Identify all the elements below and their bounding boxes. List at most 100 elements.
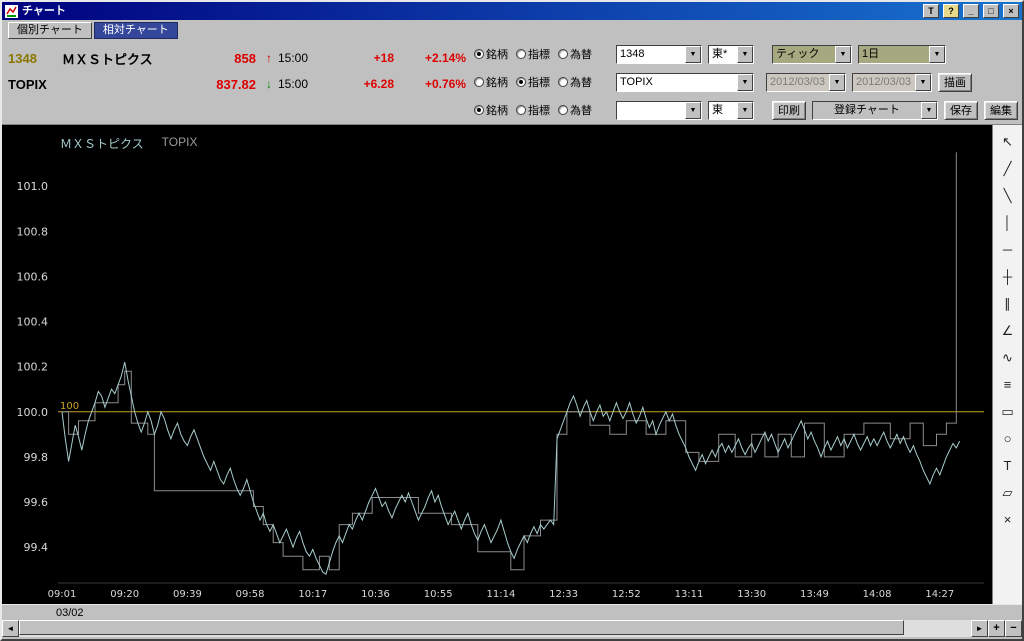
radio-indicator[interactable]: 指標 [516, 46, 550, 62]
zoom-in-button[interactable]: + [988, 620, 1005, 637]
chevron-down-icon[interactable]: ▼ [829, 73, 845, 91]
scrollbar-track[interactable] [19, 620, 971, 637]
exchange-value-3[interactable]: 東 [709, 101, 737, 119]
svg-text:13:11: 13:11 [675, 589, 704, 600]
registered-chart-button[interactable]: 登録チャート ▼ [812, 100, 938, 120]
date-bar: 03/02 [2, 604, 1022, 620]
date-from-value[interactable]: 2012/03/03 [767, 73, 829, 91]
maximize-button[interactable]: □ [983, 4, 999, 18]
source-type-radios-2: 銘柄 指標 為替 [474, 74, 616, 90]
radio-circle[interactable] [558, 105, 568, 115]
topmost-button[interactable]: T [923, 4, 939, 18]
close-button[interactable]: × [1003, 4, 1019, 18]
svg-text:12:33: 12:33 [549, 589, 578, 600]
date-to-value[interactable]: 2012/03/03 [853, 73, 915, 91]
svg-text:13:49: 13:49 [800, 589, 829, 600]
chevron-down-icon[interactable]: ▼ [685, 101, 701, 119]
radio-circle[interactable] [474, 105, 484, 115]
radio-circle[interactable] [516, 77, 526, 87]
segment-line-icon[interactable]: ╲ [997, 187, 1019, 205]
title-bar[interactable]: チャート T ? _ □ × [2, 2, 1022, 20]
index-name: TOPIX [8, 76, 47, 92]
eraser-icon[interactable]: ▱ [997, 484, 1019, 502]
trend-line-icon[interactable]: ╱ [997, 160, 1019, 178]
selector-row-3: 銘柄 指標 為替 ▼ 東 ▼ 印刷 登録チャート ▼ 保存 編集 [474, 100, 1018, 120]
vertical-line-icon[interactable]: │ [997, 214, 1019, 232]
chevron-down-icon[interactable]: ▼ [737, 101, 753, 119]
radio-symbol[interactable]: 銘柄 [474, 102, 508, 118]
date-from-select[interactable]: 2012/03/03 ▼ [766, 72, 846, 92]
horizontal-line-icon[interactable]: ─ [997, 241, 1019, 259]
cross-line-icon[interactable]: ┼ [997, 268, 1019, 286]
index-last-price: 837.82 [216, 76, 256, 92]
exchange-select-3[interactable]: 東 ▼ [708, 100, 754, 120]
chevron-down-icon[interactable]: ▼ [929, 45, 945, 63]
radio-indicator[interactable]: 指標 [516, 102, 550, 118]
tab-individual-chart[interactable]: 個別チャート [8, 22, 92, 39]
rectangle-icon[interactable]: ▭ [997, 403, 1019, 421]
time-span-select[interactable]: 1日 ▼ [858, 44, 946, 64]
radio-circle[interactable] [558, 77, 568, 87]
radio-circle[interactable] [474, 49, 484, 59]
radio-circle[interactable] [558, 49, 568, 59]
ellipse-icon[interactable]: ○ [997, 430, 1019, 448]
zoom-out-button[interactable]: − [1005, 620, 1022, 637]
radio-fx[interactable]: 為替 [558, 46, 592, 62]
draw-button[interactable]: 描画 [938, 72, 972, 92]
radio-circle[interactable] [474, 77, 484, 87]
parallel-channel-icon[interactable]: ∥ [997, 295, 1019, 313]
help-button[interactable]: ? [943, 4, 959, 18]
quote-row-topix: TOPIX 837.82 ↓ 15:00 +6.28 +0.76% [8, 71, 472, 97]
radio-fx[interactable]: 為替 [558, 102, 592, 118]
time-span-value[interactable]: 1日 [859, 45, 929, 63]
index-select[interactable]: TOPIX ▼ [616, 72, 754, 92]
text-tool-icon[interactable]: T [997, 457, 1019, 475]
symbol-code-select-1[interactable]: 1348 ▼ [616, 44, 702, 64]
radio-label: 為替 [570, 77, 592, 89]
minimize-button[interactable]: _ [963, 4, 979, 18]
fibonacci-icon[interactable]: ≡ [997, 376, 1019, 394]
save-button[interactable]: 保存 [944, 100, 978, 120]
symbol-code-value-1[interactable]: 1348 [617, 45, 685, 63]
tab-relative-chart[interactable]: 相対チャート [93, 22, 178, 39]
symbol-code-select-3[interactable]: ▼ [616, 100, 702, 120]
wave-line-icon[interactable]: ∿ [997, 349, 1019, 367]
last-price: 858 [234, 50, 256, 66]
angle-line-icon[interactable]: ∠ [997, 322, 1019, 340]
period-type-select[interactable]: ティック ▼ [772, 44, 852, 64]
chevron-down-icon[interactable]: ▼ [921, 101, 937, 119]
print-button[interactable]: 印刷 [772, 100, 806, 120]
delete-icon[interactable]: × [997, 511, 1019, 529]
scrollbar-thumb[interactable] [19, 620, 905, 635]
chevron-down-icon[interactable]: ▼ [915, 73, 931, 91]
radio-circle[interactable] [516, 105, 526, 115]
chevron-down-icon[interactable]: ▼ [685, 45, 701, 63]
chart-canvas[interactable]: 99.4 99.6 99.8 100.0 100.2 100.4 100.6 100.8 101… [2, 125, 992, 605]
app-icon [5, 4, 18, 18]
chevron-down-icon[interactable]: ▼ [737, 73, 753, 91]
pointer-icon[interactable]: ↖ [997, 133, 1019, 151]
period-type-value[interactable]: ティック [773, 45, 835, 63]
horizontal-scrollbar[interactable]: ◄ ► + − [2, 620, 1022, 637]
date-to-select[interactable]: 2012/03/03 ▼ [852, 72, 932, 92]
scroll-left-button[interactable]: ◄ [2, 620, 19, 637]
scroll-right-button[interactable]: ► [971, 620, 988, 637]
chevron-down-icon[interactable]: ▼ [737, 45, 753, 63]
svg-text:09:39: 09:39 [173, 589, 202, 600]
radio-circle[interactable] [516, 49, 526, 59]
chevron-down-icon[interactable]: ▼ [835, 45, 851, 63]
chart-area[interactable]: 99.4 99.6 99.8 100.0 100.2 100.4 100.6 100.8 101… [2, 125, 992, 605]
radio-symbol[interactable]: 銘柄 [474, 74, 508, 90]
symbol-code: 1348 [8, 50, 37, 66]
edit-button[interactable]: 編集 [984, 100, 1018, 120]
symbol-code-value-3[interactable] [617, 101, 685, 119]
radio-fx[interactable]: 為替 [558, 74, 592, 90]
exchange-value-1[interactable]: 東* [709, 45, 737, 63]
registered-chart-label[interactable]: 登録チャート [813, 101, 921, 119]
index-change: +6.28 [363, 77, 394, 91]
index-select-value[interactable]: TOPIX [617, 73, 737, 91]
quote-time: 15:00 [278, 51, 309, 65]
exchange-select-1[interactable]: 東* ▼ [708, 44, 754, 64]
radio-symbol[interactable]: 銘柄 [474, 46, 508, 62]
radio-indicator[interactable]: 指標 [516, 74, 550, 90]
